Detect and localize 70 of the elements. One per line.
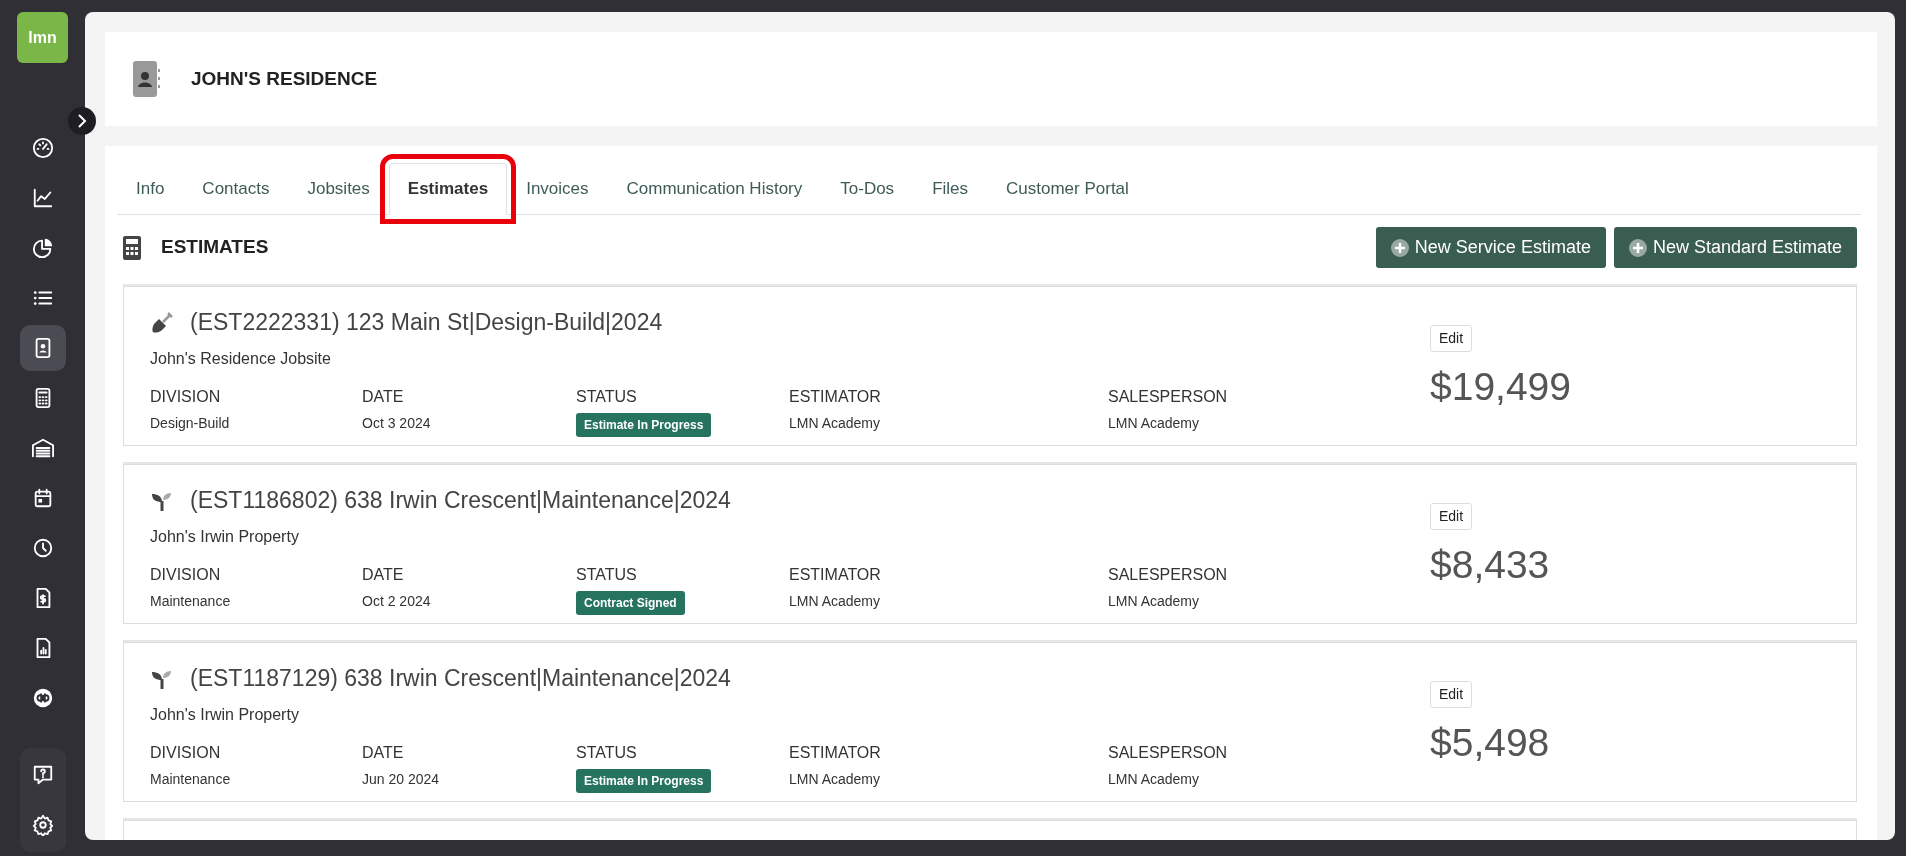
field-label: DATE	[362, 564, 405, 585]
field-label: ESTIMATOR	[789, 564, 882, 585]
estimate-amount: $5,498	[1430, 720, 1550, 766]
clock-icon	[31, 537, 54, 559]
estimate-title[interactable]: (EST1187129) 638 Irwin Crescent|Maintenance|2024	[190, 665, 731, 693]
plus-circle-icon	[1628, 238, 1647, 257]
settings-icon	[31, 814, 54, 836]
field-label: DATE	[362, 386, 405, 407]
tab[interactable]: Contacts	[183, 162, 289, 215]
field-label: DATE	[362, 742, 405, 763]
field-label: DIVISION	[150, 564, 222, 585]
field-label: SALESPERSON	[1108, 386, 1229, 407]
tab[interactable]: Jobsites	[288, 162, 389, 215]
field-value: Oct 3 2024	[362, 413, 432, 433]
help-icon	[31, 764, 54, 786]
field-value: LMN Academy	[1108, 413, 1201, 433]
field-value: Design-Build	[150, 413, 231, 433]
field-label: STATUS	[576, 742, 638, 763]
field-label: SALESPERSON	[1108, 742, 1229, 763]
edit-button[interactable]: Edit	[1430, 503, 1473, 530]
tab[interactable]: Customer Portal	[987, 162, 1148, 215]
tab[interactable]: To-Dos	[821, 162, 914, 215]
sidebar-item[interactable]	[19, 325, 66, 371]
status-badge: Estimate In Progress	[576, 768, 712, 793]
plus-circle-icon	[1390, 238, 1409, 257]
shovel-icon	[150, 310, 174, 335]
field-value: Oct 2 2024	[362, 591, 432, 611]
field-label: SALESPERSON	[1108, 564, 1229, 585]
estimate-amount: $19,499	[1430, 364, 1571, 410]
status-badge: Contract Signed	[576, 590, 685, 615]
estimate-title[interactable]: (EST2222331) 123 Main St|Design-Build|2024	[190, 309, 663, 337]
jobsite-name: John's Irwin Property	[150, 704, 300, 725]
garage-icon	[30, 437, 55, 459]
field-label: STATUS	[576, 386, 638, 407]
tab[interactable]: Info	[117, 162, 184, 215]
tab[interactable]: Files	[913, 162, 988, 215]
field-value: Jun 20 2024	[362, 769, 441, 789]
field-label: STATUS	[576, 564, 638, 585]
field-value: LMN Academy	[789, 591, 882, 611]
edit-button[interactable]: Edit	[1430, 681, 1473, 708]
page-title: JOHN'S RESIDENCE	[191, 67, 378, 91]
jobsite-name: John's Residence Jobsite	[150, 348, 332, 369]
line-chart-icon	[31, 187, 54, 209]
address-book-icon	[133, 61, 161, 97]
section-title: ESTIMATES	[161, 236, 269, 259]
status-badge: Estimate In Progress	[576, 412, 712, 437]
edit-button[interactable]: Edit	[1430, 325, 1473, 352]
field-value: LMN Academy	[1108, 769, 1201, 789]
estimate-title[interactable]: (EST1186802) 638 Irwin Crescent|Maintenance|2024	[190, 487, 731, 515]
estimate-amount: $8,433	[1430, 542, 1550, 588]
gauge-icon	[31, 137, 54, 159]
field-value: LMN Academy	[1108, 591, 1201, 611]
calculator-icon	[123, 235, 141, 260]
field-label: DIVISION	[150, 742, 222, 763]
field-value: LMN Academy	[789, 769, 882, 789]
field-value: Maintenance	[150, 769, 232, 789]
expand-button[interactable]	[68, 107, 96, 135]
field-value: Maintenance	[150, 591, 232, 611]
chevron-right-icon	[76, 114, 88, 128]
new-estimate-button[interactable]: New Service Estimate	[1375, 227, 1606, 268]
pie-chart-icon	[31, 237, 54, 259]
field-label: ESTIMATOR	[789, 386, 882, 407]
new-estimate-button[interactable]: New Standard Estimate	[1613, 227, 1857, 268]
field-label: DIVISION	[150, 386, 222, 407]
jobsite-name: John's Irwin Property	[150, 526, 300, 547]
qb-icon	[31, 687, 54, 709]
field-label: ESTIMATOR	[789, 742, 882, 763]
tab[interactable]: Invoices	[507, 162, 608, 215]
tab[interactable]: Communication History	[607, 162, 822, 215]
field-value: LMN Academy	[789, 413, 882, 433]
